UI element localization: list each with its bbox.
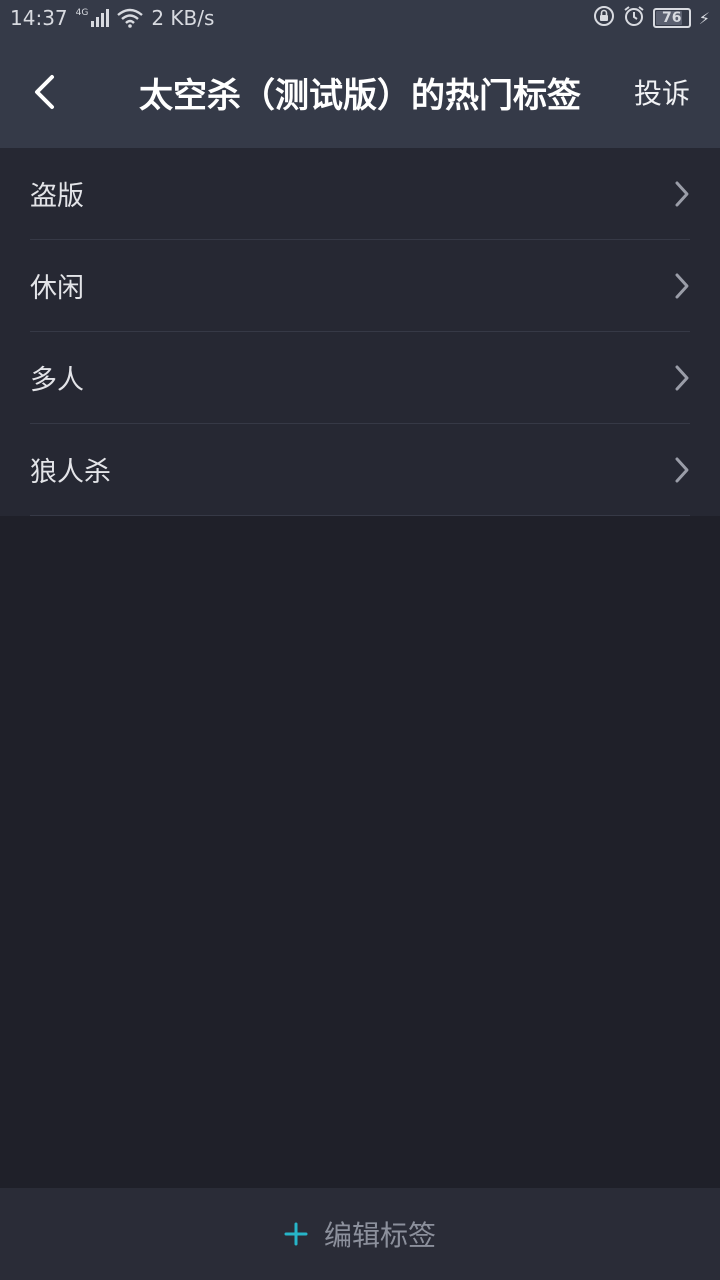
back-button[interactable]: [20, 66, 68, 118]
status-left: 14:37 4G 2 KB/s: [10, 6, 214, 30]
app-header: 太空杀（测试版）的热门标签 投诉: [0, 36, 720, 148]
chevron-right-icon: [674, 364, 690, 392]
list-item[interactable]: 休闲: [30, 240, 690, 332]
report-button[interactable]: 投诉: [634, 66, 690, 118]
tag-label: 狼人杀: [30, 457, 111, 488]
list-item[interactable]: 盗版: [30, 148, 690, 240]
edit-tags-label: 编辑标签: [323, 1219, 436, 1252]
battery-icon: 76: [652, 8, 691, 28]
chevron-left-icon: [35, 75, 54, 109]
page-title: 太空杀（测试版）的热门标签: [139, 75, 581, 116]
chevron-right-icon: [674, 180, 690, 208]
chevron-right-icon: [674, 272, 690, 300]
status-time: 14:37: [10, 6, 68, 30]
bottom-bar: 编辑标签: [0, 1188, 720, 1280]
tag-label: 多人: [30, 365, 84, 396]
status-right: 76 ⚡: [593, 5, 710, 32]
alarm-icon: [623, 5, 645, 32]
tag-label: 休闲: [30, 273, 84, 304]
tag-list: 盗版 休闲 多人 狼人杀: [0, 148, 720, 516]
tag-label: 盗版: [30, 181, 84, 212]
wifi-icon: [117, 8, 144, 28]
status-bar: 14:37 4G 2 KB/s 76 ⚡: [0, 0, 720, 36]
chevron-right-icon: [674, 456, 690, 484]
list-item[interactable]: 多人: [30, 332, 690, 424]
screen: 14:37 4G 2 KB/s 76 ⚡ 太空杀（测试版）的热门标签 投诉 盗版…: [0, 0, 720, 1280]
list-item[interactable]: 狼人杀: [30, 424, 690, 516]
charging-icon: ⚡: [698, 8, 710, 28]
battery-level: 76: [662, 10, 682, 26]
plus-icon: [284, 1222, 308, 1246]
edit-tags-button[interactable]: 编辑标签: [284, 1214, 436, 1254]
rotation-lock-icon: [593, 5, 615, 32]
cell-signal-icon: 4G: [76, 9, 110, 27]
network-speed: 2 KB/s: [151, 6, 215, 30]
network-type-label: 4G: [75, 8, 89, 18]
